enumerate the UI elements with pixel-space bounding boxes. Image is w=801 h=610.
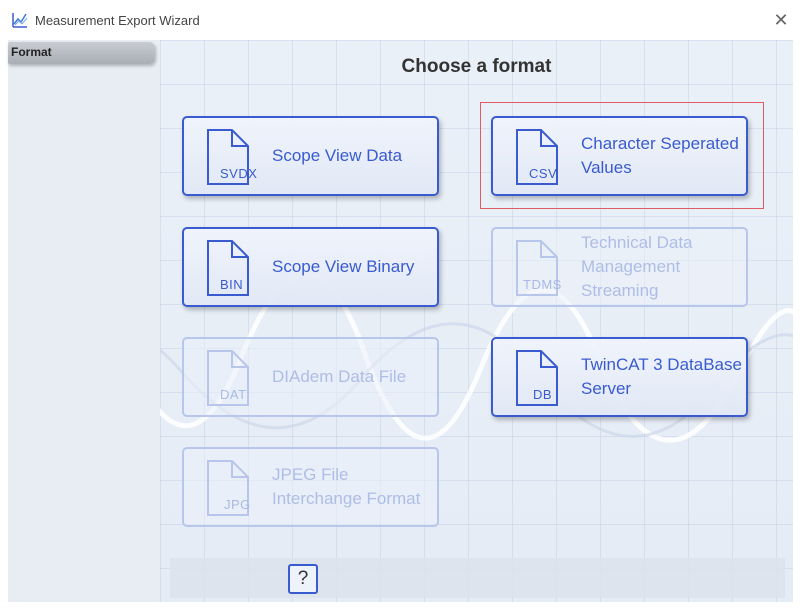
app-chart-icon bbox=[11, 11, 29, 29]
help-button[interactable]: ? bbox=[288, 564, 318, 594]
title-bar: Measurement Export Wizard ✕ bbox=[0, 0, 801, 40]
format-option-db[interactable]: DB TwinCAT 3 DataBase Server bbox=[491, 337, 748, 417]
file-extension-label: BIN bbox=[220, 277, 244, 292]
format-panel: Choose a format SVDX Scope View Data CSV… bbox=[160, 40, 793, 602]
format-label: Technical Data Management Streaming bbox=[581, 233, 693, 300]
wizard-sidebar: Format bbox=[8, 40, 161, 602]
format-option-tdms: TDMS Technical Data Management Streaming bbox=[491, 227, 748, 307]
format-option-dat: DAT DIAdem Data File bbox=[182, 337, 439, 417]
file-extension-label: DB bbox=[533, 387, 553, 402]
page-heading: Choose a format bbox=[401, 56, 552, 77]
selection-highlight bbox=[480, 102, 764, 209]
file-extension-label: JPG bbox=[224, 497, 251, 512]
format-label: Scope View Binary bbox=[272, 257, 415, 276]
file-extension-label: SVDX bbox=[220, 166, 258, 181]
format-label: DIAdem Data File bbox=[272, 367, 407, 386]
format-option-bin[interactable]: BIN Scope View Binary bbox=[182, 227, 439, 307]
file-extension-label: DAT bbox=[220, 387, 247, 402]
export-wizard-window: Measurement Export Wizard ✕ Format Choos… bbox=[0, 0, 801, 610]
window-title: Measurement Export Wizard bbox=[35, 13, 200, 28]
wizard-footer: ? bbox=[170, 558, 785, 598]
format-option-svdx[interactable]: SVDX Scope View Data bbox=[182, 116, 439, 196]
file-extension-label: TDMS bbox=[523, 277, 562, 292]
sidebar-item-format[interactable]: Format bbox=[8, 42, 155, 64]
format-label: Scope View Data bbox=[272, 146, 403, 165]
close-icon[interactable]: ✕ bbox=[769, 8, 793, 32]
format-label: TwinCAT 3 DataBase Server bbox=[581, 355, 742, 398]
format-label: JPEG File Interchange Format bbox=[272, 465, 421, 508]
format-option-jpg: JPG JPEG File Interchange Format bbox=[182, 447, 439, 527]
